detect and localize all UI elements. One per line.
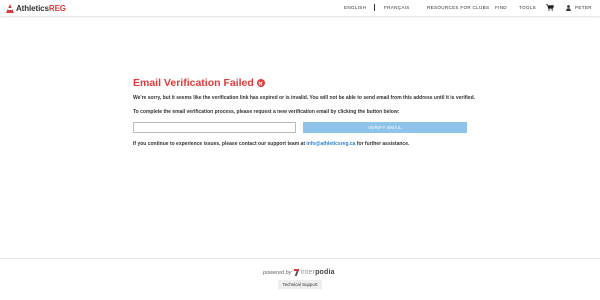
- user-icon: [566, 5, 571, 11]
- powered-by-badge[interactable]: powered by interpodia: [263, 268, 335, 277]
- error-circle-x-icon: [256, 79, 265, 87]
- error-message: We're sorry, but it seems like the verif…: [133, 95, 476, 101]
- interpodia-logo-text: interpodia: [300, 269, 334, 276]
- page-title: Email Verification Failed: [133, 77, 254, 89]
- verification-panel: Email Verification Failed: [133, 77, 473, 89]
- instruction-message: To complete the email verification proce…: [133, 109, 400, 115]
- support-prefix: If you continue to experience issues, pl…: [133, 141, 305, 147]
- support-email-link[interactable]: info@athleticsreg.ca: [306, 141, 355, 147]
- top-nav-bar: AthleticsREG ENGLISH FRANÇAIS RESOURCES …: [0, 0, 600, 16]
- logo-suffix: REG: [48, 3, 66, 13]
- logo-prefix: Athletics: [16, 3, 49, 13]
- email-input[interactable]: [133, 122, 296, 133]
- nav-divider: [374, 4, 375, 11]
- powered-by-label: powered by: [263, 269, 292, 276]
- athleticsreg-logo[interactable]: AthleticsREG: [6, 3, 66, 13]
- interpodia-logo-icon: [293, 269, 300, 276]
- support-suffix: for further assistance.: [356, 141, 410, 147]
- verify-email-button[interactable]: VERIFY EMAIL: [303, 122, 467, 133]
- nav-english[interactable]: ENGLISH: [344, 5, 366, 10]
- nav-francais[interactable]: FRANÇAIS: [384, 5, 410, 10]
- nav-tools[interactable]: TOOLS: [519, 5, 536, 10]
- support-message: If you continue to experience issues, pl…: [133, 141, 409, 147]
- footer-divider: [0, 258, 600, 259]
- nav-user-name[interactable]: PETER: [575, 5, 592, 10]
- shopping-cart-icon[interactable]: [546, 4, 554, 11]
- technical-support-button[interactable]: Technical Support: [278, 280, 322, 289]
- athleticsreg-logo-icon: [6, 3, 14, 13]
- nav-resources-for-clubs[interactable]: RESOURCES FOR CLUBS: [427, 5, 489, 10]
- logo-text: AthleticsREG: [16, 4, 66, 13]
- nav-find[interactable]: FIND: [495, 5, 507, 10]
- brand-bold: podia: [315, 269, 335, 276]
- brand-light: inter: [300, 269, 316, 276]
